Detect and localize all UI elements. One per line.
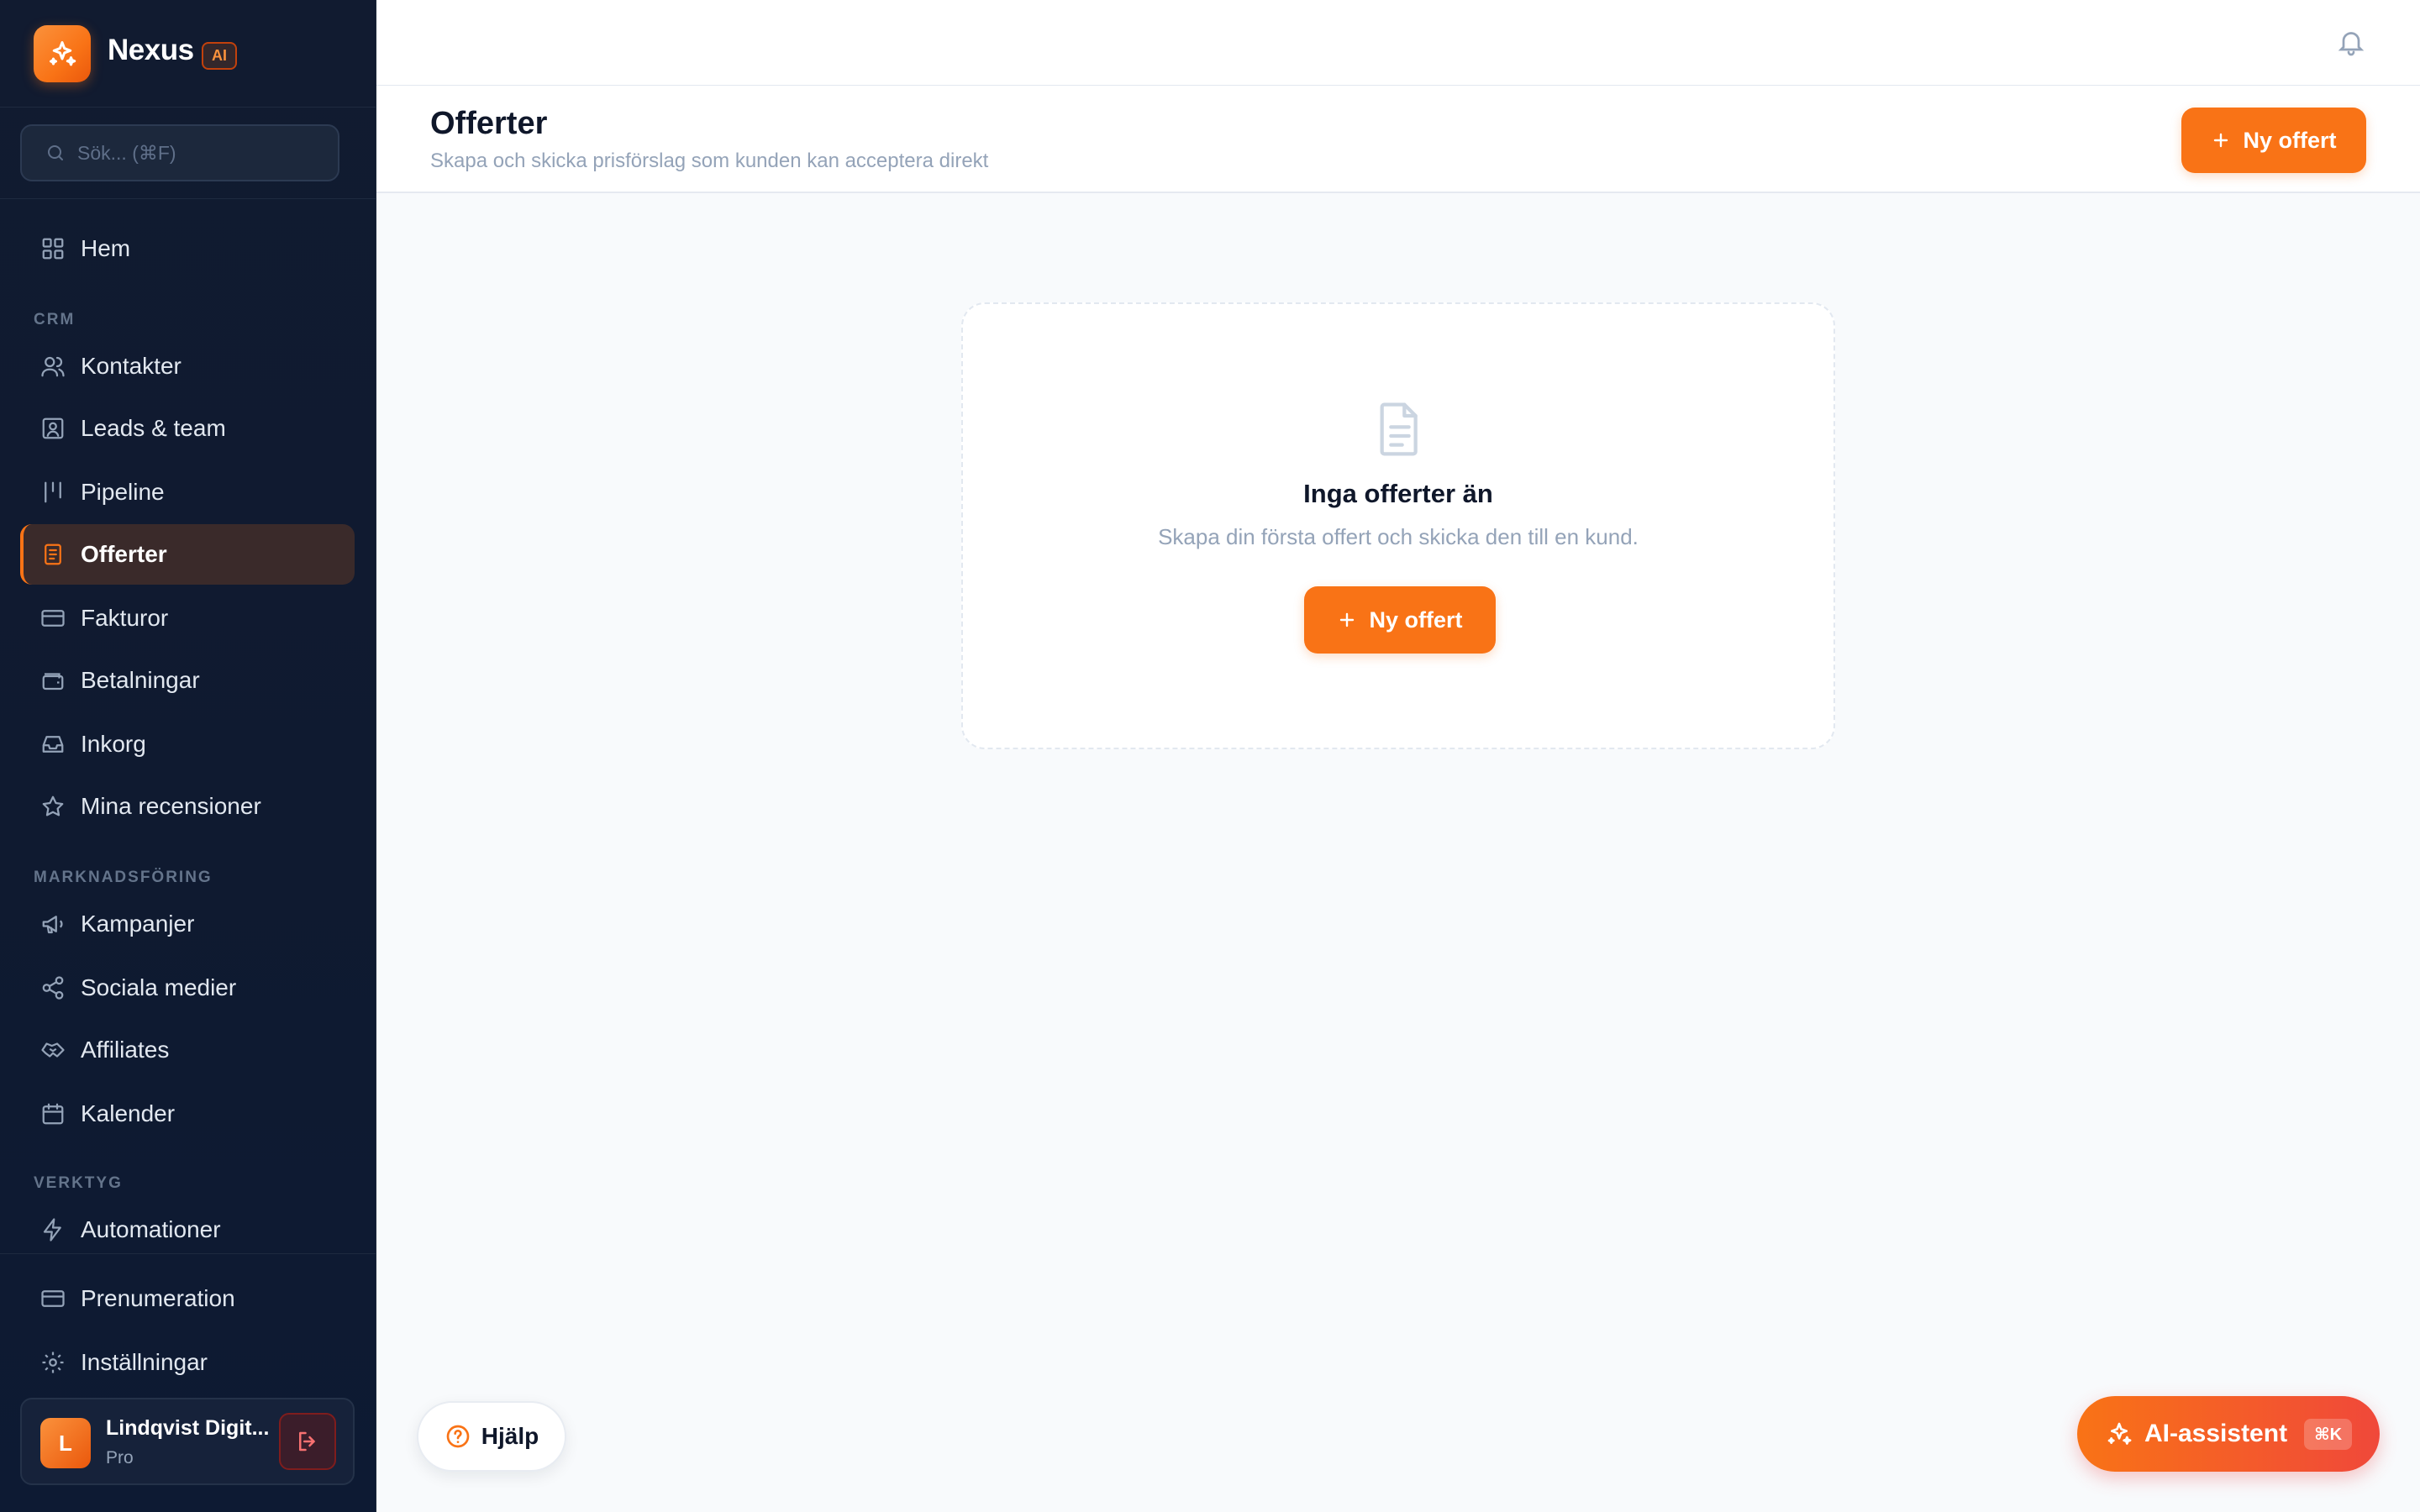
logout-button[interactable] [279,1413,336,1470]
search-placeholder: Sök... (⌘F) [77,141,176,164]
help-label: Hjälp [481,1423,539,1449]
sidebar-item-betalningar[interactable]: Betalningar [20,650,355,711]
sidebar-item-label: Fakturor [81,605,169,631]
sidebar-item-prenumeration[interactable]: Prenumeration [20,1268,355,1329]
sidebar-item-fakturor[interactable]: Fakturor [20,588,355,648]
calendar-icon [42,1103,64,1125]
empty-state-subtitle: Skapa din första offert och skicka den t… [1158,524,1639,549]
user-name: Lindqvist Digit... [106,1416,270,1440]
sidebar-item-label: Automationer [81,1216,221,1242]
empty-state-new-quote-button[interactable]: Ny offert [1304,586,1496,654]
sidebar-item-installningar[interactable]: Inställningar [20,1332,355,1393]
ai-assistant-button[interactable]: AI-assistent ⌘K [2077,1396,2380,1472]
user-card[interactable]: L Lindqvist Digit... Pro [20,1398,355,1485]
bell-icon [2338,32,2365,56]
sidebar: Nexus AI Sök... (⌘F) Hem CRM Kontakter L… [0,0,376,1512]
page-title: Offerter [430,106,548,141]
sidebar-item-label: Kontakter [81,353,182,379]
sidebar-item-leads[interactable]: Leads & team [20,398,355,459]
megaphone-icon [42,916,63,934]
empty-state-title: Inga offerter än [1303,479,1493,508]
sidebar-item-inkorg[interactable]: Inkorg [20,714,355,774]
pipeline-icon [45,481,61,503]
brand: Nexus AI [0,0,376,108]
gear-icon [42,1352,64,1373]
inbox-icon [42,736,64,753]
sparkles-logo-icon[interactable] [34,25,91,82]
new-quote-label: Ny offert [2243,127,2337,153]
sidebar-item-kalender[interactable]: Kalender [20,1084,355,1144]
sidebar-item-label: Affiliates [81,1037,170,1063]
sidebar-item-kontakter[interactable]: Kontakter [20,336,355,396]
sidebar-item-label: Kampanjer [81,911,195,937]
sidebar-item-hem[interactable]: Hem [20,218,355,279]
new-quote-button[interactable]: Ny offert [2181,108,2366,173]
divider [0,198,376,199]
page-header: Offerter Skapa och skicka prisförslag so… [376,86,2420,193]
sidebar-item-sociala-medier[interactable]: Sociala medier [20,958,355,1018]
divider [0,1253,376,1254]
brand-name: Nexus [108,34,194,66]
logout-icon [299,1431,315,1452]
grid-icon [42,238,64,260]
sidebar-item-label: Betalningar [81,667,200,693]
credit-card-icon [41,610,65,627]
sidebar-item-offerter[interactable]: Offerter [20,524,355,585]
wallet-icon [42,673,64,690]
avatar: L [40,1418,91,1468]
handshake-icon [41,1042,65,1058]
notifications-button[interactable] [2336,27,2366,61]
top-bar [376,0,2420,86]
plus-icon [1340,612,1355,627]
empty-state-button-label: Ny offert [1369,606,1463,633]
sidebar-item-label: Hem [81,235,131,261]
keyboard-shortcut: ⌘K [2304,1418,2353,1450]
document-icon [1373,400,1427,463]
help-button[interactable]: Hjälp [417,1401,566,1472]
section-label-crm: CRM [34,311,76,328]
sidebar-item-recensioner[interactable]: Mina recensioner [20,776,355,837]
ai-badge: AI [202,42,237,70]
credit-card-icon [41,1290,65,1307]
sidebar-item-label: Mina recensioner [81,793,261,819]
document-icon [45,543,61,565]
star-icon [42,795,64,816]
search-input[interactable]: Sök... (⌘F) [20,124,339,181]
sidebar-item-label: Sociala medier [81,974,237,1000]
sidebar-item-label: Inställningar [81,1349,208,1375]
ai-assistant-label: AI-assistent [2144,1420,2288,1447]
sidebar-item-label: Pipeline [81,479,165,505]
contact-card-icon [42,417,64,439]
users-icon [41,356,65,377]
section-label-tools: VERKTYG [34,1174,123,1192]
sidebar-item-label: Prenumeration [81,1285,235,1311]
page-subtitle: Skapa och skicka prisförslag som kunden … [430,150,989,172]
search-icon [48,145,63,160]
sidebar-item-label: Leads & team [81,415,226,441]
section-label-marketing: MARKNADSFÖRING [34,869,213,886]
sidebar-item-label: Inkorg [81,731,146,757]
sidebar-item-automationer[interactable]: Automationer [20,1200,355,1260]
sidebar-item-pipeline[interactable]: Pipeline [20,462,355,522]
empty-state: Inga offerter än Skapa din första offert… [961,302,1835,749]
user-plan: Pro [106,1448,134,1467]
help-circle-icon [446,1425,470,1448]
share-icon [42,976,64,1000]
plus-icon [2214,133,2228,148]
lightning-icon [43,1218,61,1242]
sidebar-item-affiliates[interactable]: Affiliates [20,1020,355,1080]
sidebar-item-kampanjer[interactable]: Kampanjer [20,894,355,954]
sidebar-item-label: Offerter [81,541,167,567]
sparkles-icon [2107,1422,2132,1445]
sidebar-item-label: Kalender [81,1100,176,1126]
